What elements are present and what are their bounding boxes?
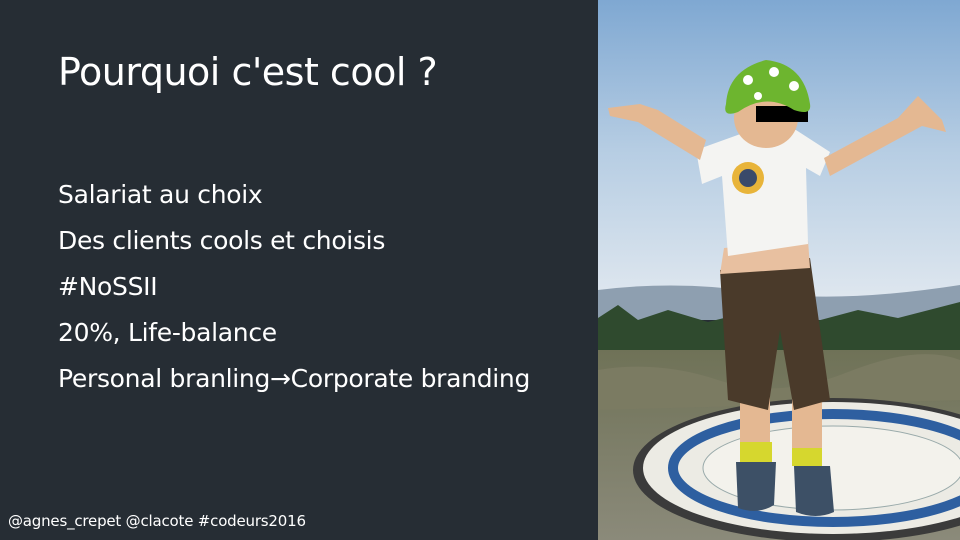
bullet-item: #NoSSII	[58, 272, 158, 301]
bullet-item: Des clients cools et choisis	[58, 226, 386, 255]
child-shoe	[794, 466, 834, 516]
slide-title: Pourquoi c'est cool ?	[58, 50, 438, 94]
bullet-item: 20%, Life-balance	[58, 318, 277, 347]
bullet-item: Salariat au choix	[58, 180, 263, 209]
bullet-item: Personal branling→Corporate branding	[58, 364, 531, 393]
child-photo	[598, 0, 960, 540]
footer-handles: @agnes_crepet @clacote #codeurs2016	[8, 512, 306, 530]
child-shoe	[736, 462, 776, 511]
bullet-list: Salariat au choix Des clients cools et c…	[58, 172, 530, 402]
slide-text-panel: Pourquoi c'est cool ? Salariat au choix …	[0, 0, 598, 540]
